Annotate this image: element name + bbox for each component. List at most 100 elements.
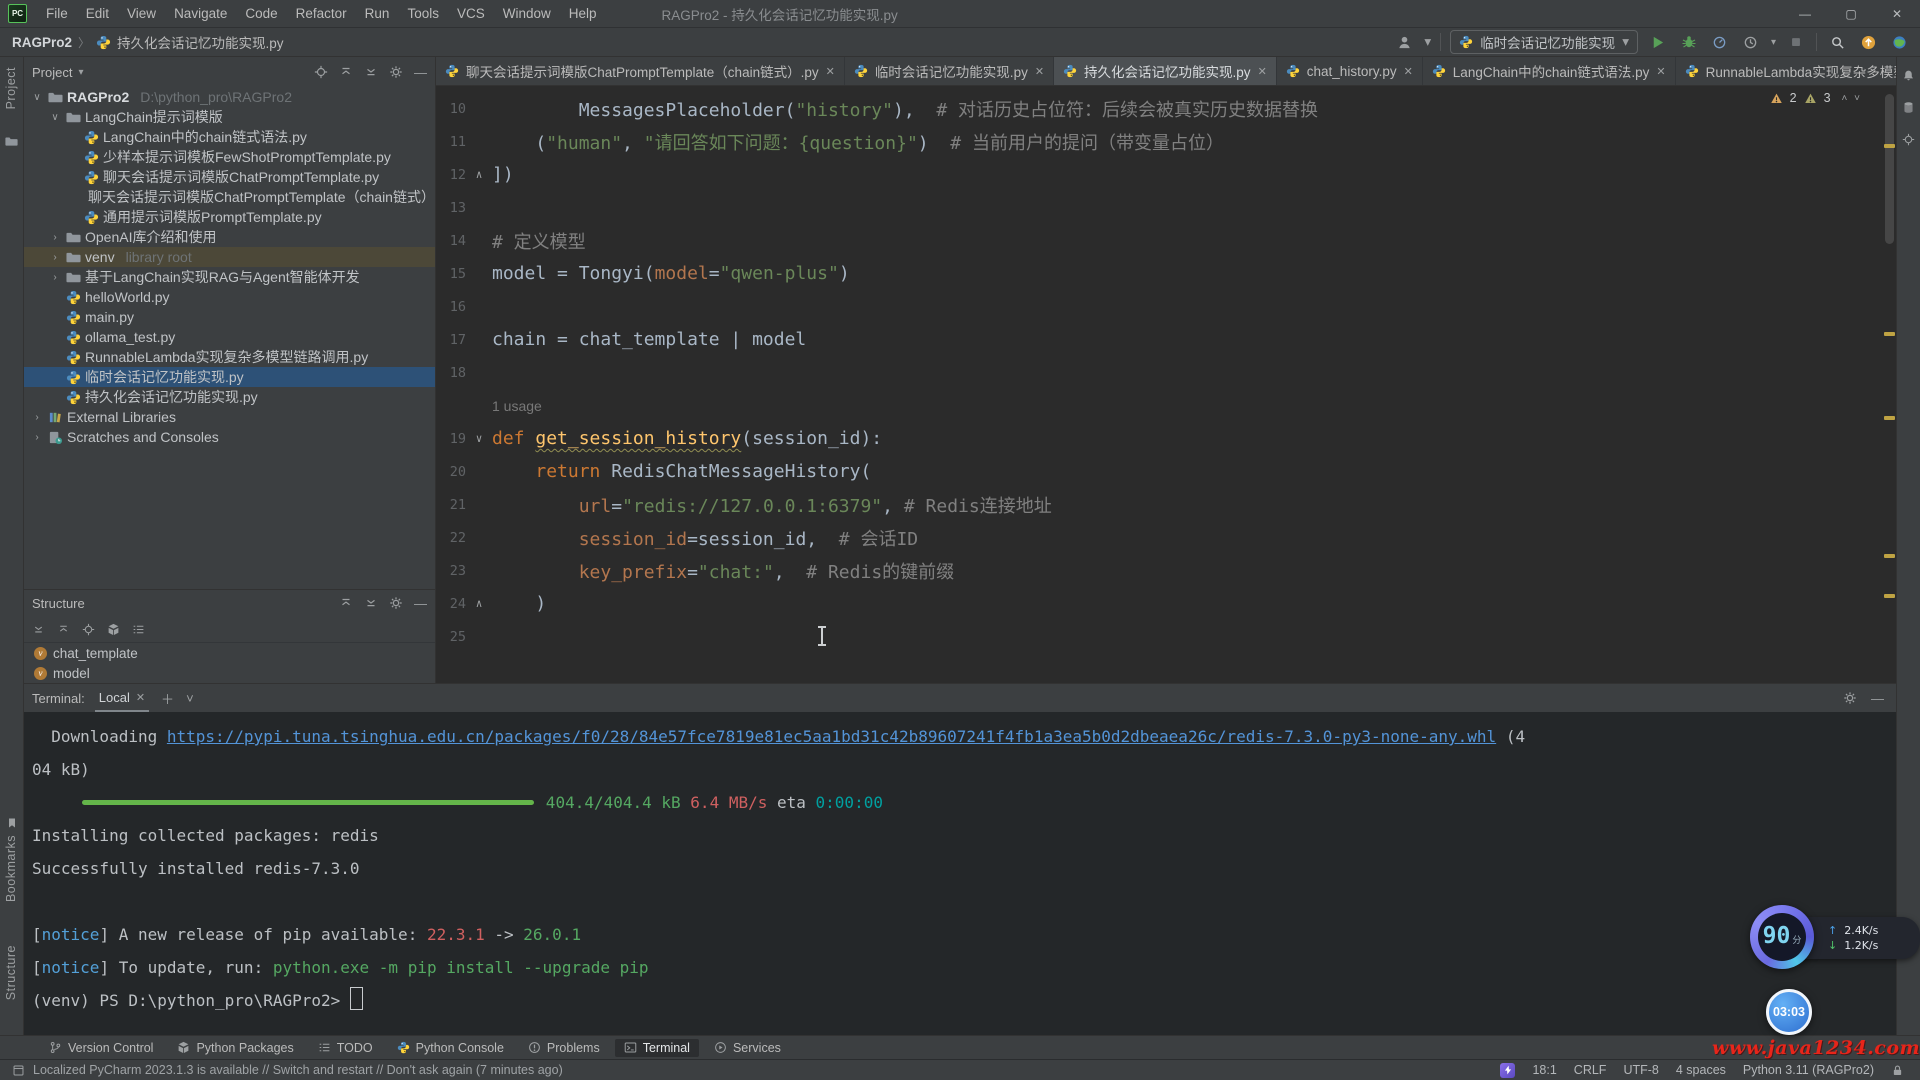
structure-settings-gear-icon[interactable] (389, 596, 403, 610)
hide-panel-icon[interactable]: — (414, 65, 427, 80)
close-button[interactable]: ✕ (1874, 0, 1920, 28)
terminal-dropdown-icon[interactable]: ˅ (186, 691, 194, 706)
sort-alphabetically-icon[interactable] (32, 623, 45, 636)
tree-chevron-icon[interactable]: ∨ (30, 92, 44, 103)
run-button[interactable] (1647, 31, 1669, 53)
bookmark-stripe-icon[interactable] (6, 817, 18, 829)
tree-item[interactable]: main.py (24, 307, 435, 327)
terminal-settings-gear-icon[interactable] (1843, 691, 1857, 705)
run-configuration-select[interactable]: 临时会话记忆功能实现 ▾ (1450, 30, 1638, 54)
menu-item-view[interactable]: View (118, 0, 165, 28)
project-panel-title[interactable]: Project (32, 65, 72, 80)
scrollbar-thumb[interactable] (1885, 94, 1894, 244)
group-methods-icon[interactable] (107, 623, 120, 636)
scrollbar-warning-mark[interactable] (1884, 594, 1895, 598)
toolwindow-button-terminal[interactable]: Terminal (615, 1039, 699, 1057)
editor-tab[interactable]: chat_history.py✕ (1277, 57, 1423, 85)
update-available-icon[interactable] (1857, 31, 1879, 53)
line-number[interactable]: 16 (436, 299, 466, 315)
user-dropdown-icon[interactable]: ▾ (1424, 34, 1431, 50)
coverage-dropdown-icon[interactable]: ▾ (1771, 37, 1776, 48)
tree-chevron-icon[interactable]: › (48, 272, 62, 283)
toolwindow-button-packages[interactable]: Python Packages (168, 1039, 302, 1057)
toolwindow-button-pyconsole[interactable]: Python Console (388, 1039, 513, 1057)
locate-file-icon[interactable] (314, 65, 328, 79)
terminal-tab-close-icon[interactable]: ✕ (136, 691, 145, 704)
tree-item[interactable]: ›基于LangChain实现RAG与Agent智能体开发 (24, 267, 435, 287)
toolwindow-button-problems[interactable]: Problems (519, 1039, 609, 1057)
performance-gauge[interactable]: 90 分 (1750, 905, 1814, 969)
ide-plugin-icon[interactable] (1888, 31, 1910, 53)
editor-tab[interactable]: 临时会话记忆功能实现.py✕ (845, 57, 1054, 85)
structure-collapse-icon[interactable] (364, 596, 378, 610)
code-editor[interactable]: 10 MessagesPlaceholder("history"), # 对话历… (436, 86, 1896, 683)
terminal-tab-local[interactable]: Local ✕ (95, 684, 149, 712)
new-terminal-session-icon[interactable]: ＋ (161, 689, 174, 708)
scrollbar-warning-mark[interactable] (1884, 144, 1895, 148)
tree-item[interactable]: ›Scratches and Consoles (24, 427, 435, 447)
menu-item-run[interactable]: Run (356, 0, 399, 28)
tab-close-icon[interactable]: ✕ (1258, 65, 1267, 78)
line-number[interactable]: 19 (436, 431, 466, 447)
tree-item[interactable]: ›OpenAI库介绍和使用 (24, 227, 435, 247)
file-encoding[interactable]: UTF-8 (1623, 1063, 1658, 1077)
line-number[interactable]: 10 (436, 101, 466, 117)
terminal-hide-icon[interactable]: — (1871, 691, 1884, 706)
assistant-plugin-icon[interactable] (1500, 1063, 1515, 1078)
tree-item[interactable]: ›venvlibrary root (24, 247, 435, 267)
minimize-button[interactable]: — (1782, 0, 1828, 28)
line-number[interactable]: 14 (436, 233, 466, 249)
line-number[interactable]: 25 (436, 629, 466, 645)
editor-scrollbar[interactable] (1881, 86, 1896, 683)
editor-tab[interactable]: 聊天会话提示词模版ChatPromptTemplate（chain链式）.py✕ (436, 57, 845, 85)
fold-marker-icon[interactable]: ∨ (466, 432, 492, 445)
collapse-all-icon[interactable] (364, 65, 378, 79)
line-number[interactable]: 21 (436, 497, 466, 513)
usage-inlay-hint[interactable]: 1 usage (436, 389, 1876, 422)
menu-item-help[interactable]: Help (560, 0, 606, 28)
editor-tab[interactable]: 持久化会话记忆功能实现.py✕ (1054, 57, 1277, 85)
project-settings-gear-icon[interactable] (389, 65, 403, 79)
line-number[interactable]: 11 (436, 134, 466, 150)
fold-marker-icon[interactable]: ∧ (466, 597, 492, 610)
search-everywhere-icon[interactable] (1826, 31, 1848, 53)
stop-button[interactable] (1785, 31, 1807, 53)
sort-by-visibility-icon[interactable] (57, 623, 70, 636)
scrollbar-warning-mark[interactable] (1884, 554, 1895, 558)
structure-item[interactable]: vmodel (24, 663, 435, 683)
fold-marker-icon[interactable]: ∧ (466, 168, 492, 181)
status-message[interactable]: Localized PyCharm 2023.1.3 is available … (33, 1063, 563, 1077)
editor-tab[interactable]: RunnableLambda实现复杂多模型链路调用.py (1676, 57, 1920, 85)
breadcrumb-file[interactable]: 持久化会话记忆功能实现.py (117, 32, 284, 52)
bookmarks-stripe-button[interactable]: Bookmarks (4, 835, 18, 902)
structure-panel-title[interactable]: Structure (32, 596, 85, 611)
line-number[interactable]: 17 (436, 332, 466, 348)
scrollbar-warning-mark[interactable] (1884, 416, 1895, 420)
notifications-bell-icon[interactable] (1902, 69, 1915, 82)
tree-item[interactable]: RunnableLambda实现复杂多模型链路调用.py (24, 347, 435, 367)
tree-item[interactable]: 临时会话记忆功能实现.py (24, 367, 435, 387)
expand-all-icon[interactable] (339, 65, 353, 79)
event-log-window-icon[interactable] (12, 1064, 25, 1077)
terminal-output[interactable]: Downloading https://pypi.tuna.tsinghua.e… (24, 712, 1896, 1035)
menu-item-code[interactable]: Code (236, 0, 286, 28)
tab-close-icon[interactable]: ✕ (1035, 65, 1044, 78)
tree-item[interactable]: ›External Libraries (24, 407, 435, 427)
maximize-button[interactable]: ▢ (1828, 0, 1874, 28)
database-icon[interactable] (1902, 101, 1915, 114)
menu-item-edit[interactable]: Edit (77, 0, 118, 28)
line-number[interactable]: 12 (436, 167, 466, 183)
editor-tab[interactable]: LangChain中的chain链式语法.py✕ (1423, 57, 1676, 85)
tree-item[interactable]: 持久化会话记忆功能实现.py (24, 387, 435, 407)
tab-close-icon[interactable]: ✕ (1404, 65, 1413, 78)
menu-item-tools[interactable]: Tools (398, 0, 448, 28)
tree-chevron-icon[interactable]: ∨ (48, 112, 62, 123)
filter-icon[interactable] (132, 623, 145, 636)
user-account-icon[interactable] (1393, 31, 1415, 53)
line-number[interactable]: 22 (436, 530, 466, 546)
indent-setting[interactable]: 4 spaces (1676, 1063, 1726, 1077)
debug-button[interactable] (1678, 31, 1700, 53)
show-fields-icon[interactable] (82, 623, 95, 636)
menu-item-file[interactable]: File (37, 0, 77, 28)
sciview-icon[interactable] (1902, 133, 1915, 146)
